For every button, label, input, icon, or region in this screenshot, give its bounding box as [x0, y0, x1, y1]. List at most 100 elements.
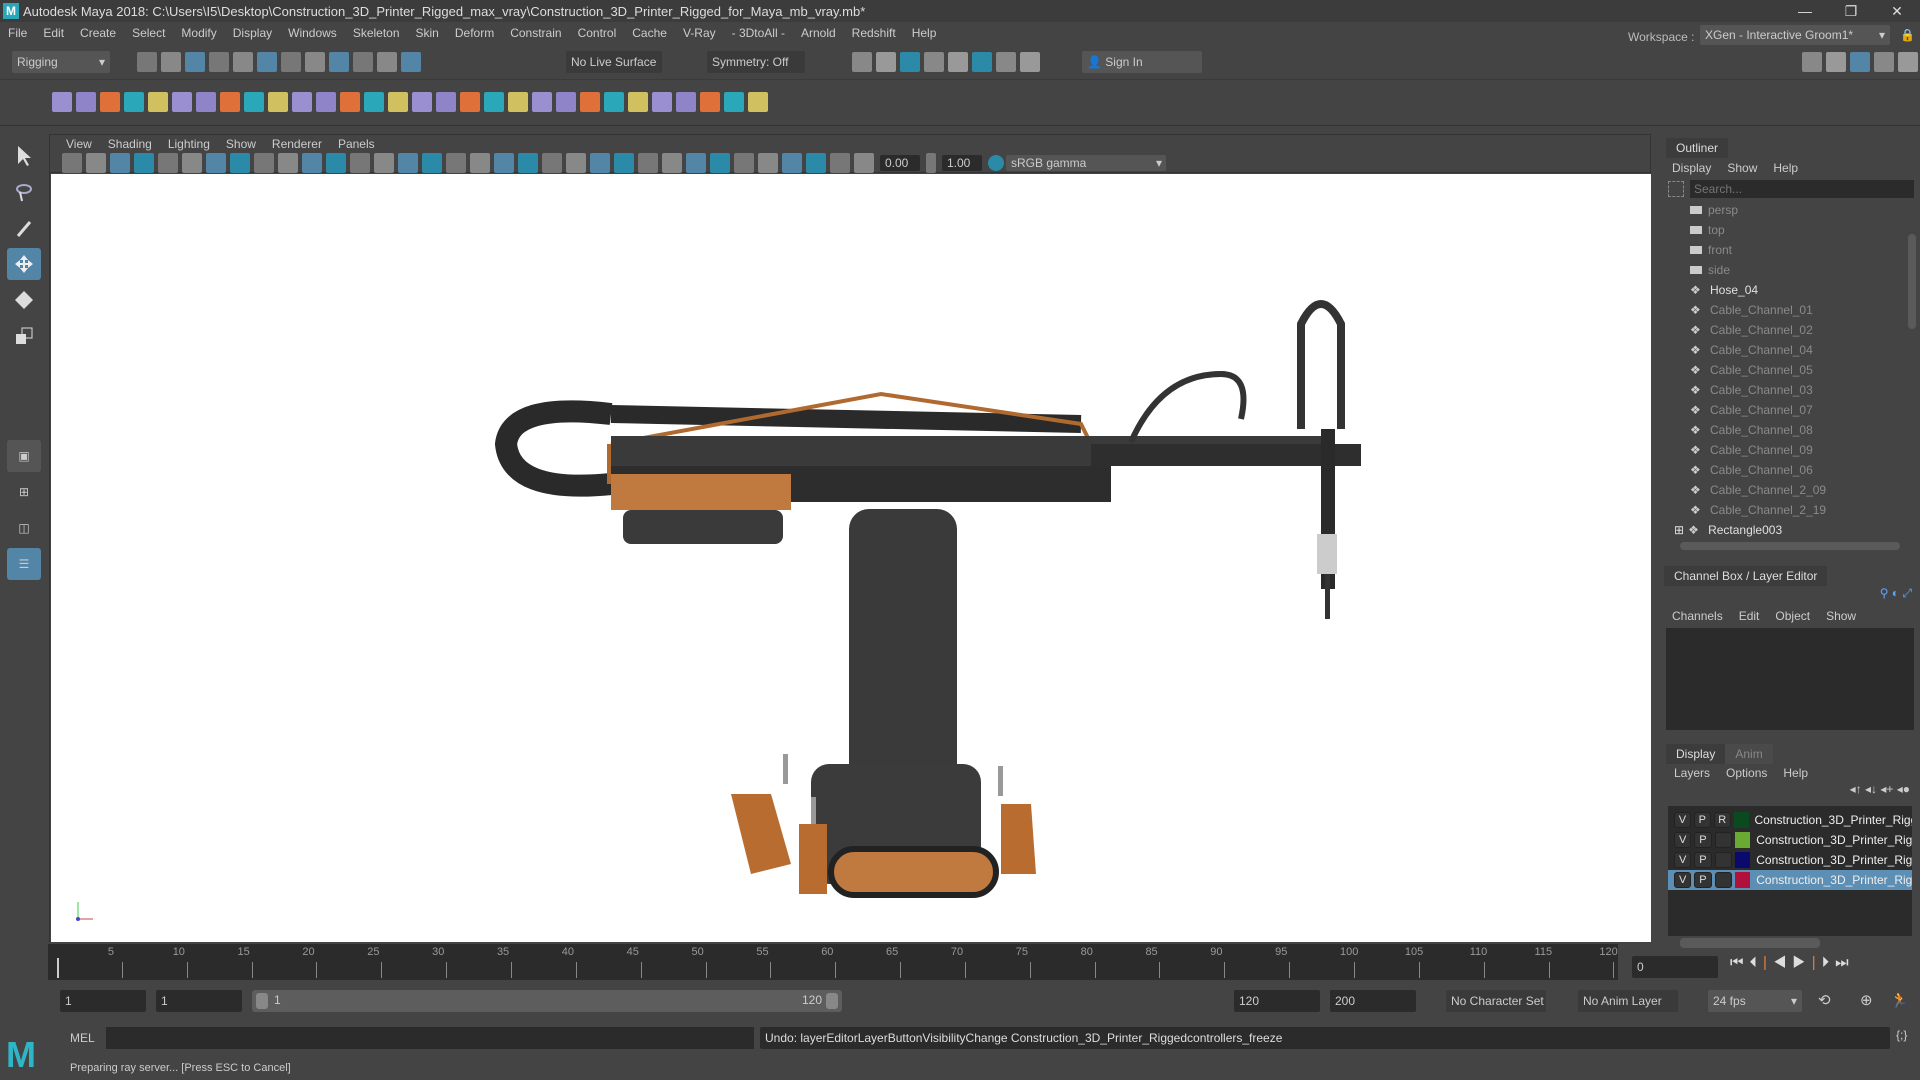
- open-scene-icon[interactable]: [161, 52, 181, 72]
- menu-redshift[interactable]: Redshift: [844, 26, 904, 40]
- rotate-tool[interactable]: [7, 284, 41, 316]
- film-gate-icon[interactable]: [182, 152, 202, 173]
- playback-controls[interactable]: ⏮⏴|◀▶|⏵⏭: [1730, 954, 1855, 971]
- bookmark-icon[interactable]: [470, 152, 490, 173]
- parent-constraint-icon[interactable]: [700, 92, 720, 112]
- menu-select[interactable]: Select: [124, 26, 173, 40]
- panel-menu-view[interactable]: View: [58, 137, 100, 151]
- layer-horizontal-scrollbar[interactable]: [1680, 938, 1820, 948]
- channel-box-menu-show[interactable]: Show: [1818, 609, 1864, 623]
- lattice-icon[interactable]: [196, 92, 216, 112]
- shadows-icon[interactable]: [686, 152, 706, 173]
- outliner-search-input[interactable]: [1690, 180, 1914, 198]
- image-plane-icon[interactable]: [134, 152, 154, 173]
- menu-3dtoall[interactable]: - 3DtoAll -: [724, 26, 793, 40]
- camera-attributes-icon[interactable]: [446, 152, 466, 173]
- outliner-menu-display[interactable]: Display: [1664, 161, 1719, 175]
- 3d-viewport[interactable]: [51, 174, 1651, 942]
- layer-row[interactable]: V P R Construction_3D_Printer_Rigge: [1668, 810, 1912, 830]
- nonlinear-icon[interactable]: [244, 92, 264, 112]
- paint-select-tool[interactable]: [7, 212, 41, 244]
- workspace-dropdown[interactable]: XGen - Interactive Groom1* ▾: [1700, 25, 1890, 45]
- outliner-item[interactable]: ❖ Cable_Channel_07: [1690, 400, 1920, 420]
- channel-box-menu-channels[interactable]: Channels: [1664, 609, 1731, 623]
- resolution-gate-icon[interactable]: [206, 152, 226, 173]
- time-slider[interactable]: 5 10 15 20 25 30 35 40 45 50 55 60 65 70 75 80 85 90 95 100…: [48, 944, 1618, 980]
- lock-icon[interactable]: 🔒: [1900, 28, 1915, 42]
- outliner-menu-help[interactable]: Help: [1765, 161, 1806, 175]
- range-start-handle[interactable]: [256, 993, 268, 1009]
- image-plane-icon[interactable]: [854, 152, 874, 173]
- playback-end-field[interactable]: 120: [1234, 990, 1320, 1012]
- render-frame-icon[interactable]: [996, 52, 1016, 72]
- pole-vector-icon[interactable]: [388, 92, 408, 112]
- layer-color-swatch[interactable]: [1733, 812, 1749, 828]
- layer-menu-layers[interactable]: Layers: [1666, 766, 1718, 780]
- menu-skin[interactable]: Skin: [408, 26, 447, 40]
- command-input[interactable]: [106, 1027, 754, 1049]
- textured-icon[interactable]: [278, 152, 298, 173]
- menu-edit[interactable]: Edit: [35, 26, 72, 40]
- playback-start-field[interactable]: 1: [156, 990, 242, 1012]
- ik-handle-icon[interactable]: [76, 92, 96, 112]
- menu-control[interactable]: Control: [570, 26, 625, 40]
- camera-select-icon[interactable]: [62, 152, 82, 173]
- locator-icon[interactable]: [412, 92, 432, 112]
- smooth-shade-icon[interactable]: [254, 152, 274, 173]
- quick-rig-icon[interactable]: [460, 92, 480, 112]
- point-constraint-icon[interactable]: [724, 92, 744, 112]
- layer-reference-toggle[interactable]: [1714, 852, 1732, 868]
- anim-layer-dropdown[interactable]: No Anim Layer: [1578, 990, 1678, 1012]
- snap-curve-icon[interactable]: [353, 52, 373, 72]
- exposure-field[interactable]: 0.00: [880, 154, 920, 171]
- ipr-render-icon[interactable]: [876, 52, 896, 72]
- ambient-occlusion-icon[interactable]: [710, 152, 730, 173]
- gamma-field[interactable]: 1.00: [942, 154, 982, 171]
- menu-display[interactable]: Display: [225, 26, 280, 40]
- layer-menu-options[interactable]: Options: [1718, 766, 1775, 780]
- camera-attributes-icon[interactable]: [806, 152, 826, 173]
- hypershade-icon[interactable]: [924, 52, 944, 72]
- bind-skin-icon[interactable]: [124, 92, 144, 112]
- range-end-handle[interactable]: [826, 993, 838, 1009]
- ik-spline-icon[interactable]: [100, 92, 120, 112]
- camera-attributes-icon[interactable]: [86, 152, 106, 173]
- layout-four-button[interactable]: ⊞: [7, 476, 41, 508]
- outliner-item[interactable]: ❖ Hose_04: [1690, 280, 1920, 300]
- select-hierarchy-icon[interactable]: [257, 52, 277, 72]
- xray-icon[interactable]: [398, 152, 418, 173]
- layer-playback-toggle[interactable]: P: [1694, 852, 1712, 868]
- channel-box-menu-object[interactable]: Object: [1767, 609, 1818, 623]
- layer-playback-toggle[interactable]: P: [1694, 872, 1712, 888]
- outliner-item[interactable]: top: [1690, 220, 1920, 240]
- live-surface-field[interactable]: No Live Surface: [566, 51, 662, 73]
- render-frame-icon[interactable]: [852, 52, 872, 72]
- orient-constraint-icon[interactable]: [748, 92, 768, 112]
- current-frame-field[interactable]: 0: [1632, 956, 1718, 978]
- color-space-dropdown[interactable]: sRGB gamma ▾: [1006, 154, 1166, 171]
- select-object-icon[interactable]: [281, 52, 301, 72]
- select-component-icon[interactable]: [305, 52, 325, 72]
- layer-reference-toggle[interactable]: R: [1713, 812, 1731, 828]
- outliner-item[interactable]: ❖ Cable_Channel_05: [1690, 360, 1920, 380]
- snap-grid-icon[interactable]: [329, 52, 349, 72]
- channel-box-menu-edit[interactable]: Edit: [1731, 609, 1768, 623]
- outliner-item[interactable]: ❖ Cable_Channel_08: [1690, 420, 1920, 440]
- layer-color-swatch[interactable]: [1734, 832, 1751, 848]
- outliner-item[interactable]: persp: [1690, 200, 1920, 220]
- color-management-toggle-icon[interactable]: [988, 154, 1004, 171]
- save-scene-icon[interactable]: [185, 52, 205, 72]
- loop-icon[interactable]: ⟲: [1818, 991, 1831, 1009]
- filter-icon[interactable]: [1668, 181, 1684, 197]
- menu-v-ray[interactable]: V-Ray: [675, 26, 724, 40]
- isolate-icon[interactable]: [734, 152, 754, 173]
- layout-two-button[interactable]: ◫: [7, 512, 41, 544]
- layer-tool-icons[interactable]: ◂↑ ◂↓ ◂+ ◂●: [1660, 782, 1920, 804]
- layer-menu-help[interactable]: Help: [1775, 766, 1816, 780]
- lattice-icon[interactable]: [628, 92, 648, 112]
- camera-select-icon[interactable]: [422, 152, 442, 173]
- orient-constraint-icon[interactable]: [316, 92, 336, 112]
- outliner-item[interactable]: ❖ Cable_Channel_01: [1690, 300, 1920, 320]
- preferences-runner-icon[interactable]: 🏃: [1890, 991, 1909, 1009]
- snap-surface-icon[interactable]: [401, 52, 421, 72]
